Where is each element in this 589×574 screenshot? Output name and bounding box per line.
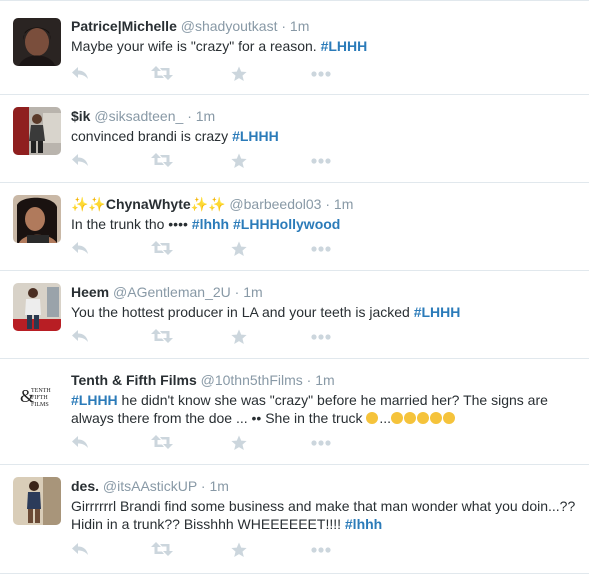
timestamp[interactable]: 1m — [315, 372, 334, 388]
separator: · — [234, 284, 240, 300]
separator: · — [281, 18, 287, 34]
tweet-text-span: You the hottest producer in LA and your … — [71, 304, 414, 320]
reply-icon[interactable] — [71, 329, 95, 345]
avatar[interactable] — [13, 477, 61, 525]
favorite-icon[interactable] — [231, 542, 255, 558]
retweet-icon[interactable] — [151, 329, 175, 345]
smirk-emoji-icon — [366, 412, 379, 424]
tweet[interactable]: $ik @siksadteen_ · 1m convinced brandi i… — [0, 95, 589, 183]
display-name[interactable]: Tenth & Fifth Films — [71, 372, 197, 388]
reply-icon[interactable] — [71, 153, 95, 169]
joy-emoji-icon — [404, 412, 417, 424]
more-icon[interactable] — [311, 547, 335, 563]
hashtag-link[interactable]: #lhhh — [192, 216, 229, 232]
timestamp[interactable]: 1m — [209, 478, 228, 494]
display-name[interactable]: Patrice|Michelle — [71, 18, 177, 34]
separator: · — [187, 108, 192, 124]
timestamp[interactable]: 1m — [196, 108, 215, 124]
tweet-header: Tenth & Fifth Films @10thn5thFilms · 1m — [71, 371, 579, 389]
separator: · — [200, 478, 206, 494]
user-handle[interactable]: @barbeedol03 — [229, 196, 321, 212]
retweet-icon[interactable] — [151, 542, 175, 558]
avatar[interactable]: & TENTH FIFTH FILMS — [13, 373, 61, 421]
tenth-fifth-films-logo: & TENTH FIFTH FILMS — [13, 373, 61, 421]
tweet[interactable]: Heem @AGentleman_2U · 1m You the hottest… — [0, 271, 589, 359]
tweet-text: Girrrrrrl Brandi find some business and … — [71, 497, 579, 533]
reply-icon[interactable] — [71, 542, 95, 558]
joy-emoji-icon — [417, 412, 430, 424]
tweet-text: Maybe your wife is "crazy" for a reason.… — [71, 37, 579, 55]
more-icon[interactable] — [311, 71, 335, 87]
display-name[interactable]: Heem — [71, 284, 109, 300]
tweet-header: $ik @siksadteen_ · 1m — [71, 107, 579, 125]
more-icon[interactable] — [311, 440, 335, 456]
reply-icon[interactable] — [71, 241, 95, 257]
separator: · — [325, 196, 331, 212]
favorite-icon[interactable] — [231, 435, 255, 451]
favorite-icon[interactable] — [231, 153, 255, 169]
avatar[interactable] — [13, 283, 61, 331]
hashtag-link[interactable]: #LHHH — [321, 38, 368, 54]
user-handle[interactable]: @itsAAstickUP — [103, 478, 197, 494]
hashtag-link[interactable]: #LHHH — [414, 304, 461, 320]
tweet[interactable]: des. @itsAAstickUP · 1m Girrrrrrl Brandi… — [0, 465, 589, 574]
more-icon[interactable] — [311, 158, 335, 174]
svg-text:FILMS: FILMS — [31, 402, 49, 408]
weary-emoji-icon — [391, 412, 404, 424]
reply-icon[interactable] — [71, 435, 95, 451]
hashtag-link[interactable]: #LHHHollywood — [233, 216, 340, 232]
display-name[interactable]: des. — [71, 478, 99, 494]
more-icon[interactable] — [311, 246, 335, 262]
grin-emoji-icon — [443, 412, 456, 424]
display-name[interactable]: $ik — [71, 108, 90, 124]
separator: · — [306, 372, 312, 388]
tweet[interactable]: ✨✨ChynaWhyte✨✨ @barbeedol03 · 1m In the … — [0, 183, 589, 271]
favorite-icon[interactable] — [231, 329, 255, 345]
tweet-text-span: In the trunk tho •••• — [71, 216, 192, 232]
user-handle[interactable]: @shadyoutkast — [181, 18, 278, 34]
tweet-text-span: convinced brandi is crazy — [71, 128, 233, 144]
joy-emoji-icon — [430, 412, 443, 424]
reply-icon[interactable] — [71, 66, 95, 82]
svg-text:FIFTH: FIFTH — [31, 395, 48, 401]
hashtag-link[interactable]: #LHHH — [232, 128, 279, 144]
hashtag-link[interactable]: #LHHH — [71, 392, 118, 408]
tweet-text: In the trunk tho •••• #lhhh #LHHHollywoo… — [71, 215, 579, 233]
tweet[interactable]: Patrice|Michelle @shadyoutkast · 1m Mayb… — [0, 1, 589, 95]
tweet-header: des. @itsAAstickUP · 1m — [71, 477, 579, 495]
tweet[interactable]: & TENTH FIFTH FILMS Tenth & Fifth Films … — [0, 359, 589, 465]
tweet-text: convinced brandi is crazy #LHHH — [71, 127, 579, 145]
user-handle[interactable]: @10thn5thFilms — [201, 372, 303, 388]
retweet-icon[interactable] — [151, 435, 175, 451]
tweet-header: Heem @AGentleman_2U · 1m — [71, 283, 579, 301]
tweet-header: Patrice|Michelle @shadyoutkast · 1m — [71, 17, 579, 35]
user-handle[interactable]: @AGentleman_2U — [113, 284, 231, 300]
tweet-text: #LHHH he didn't know she was "crazy" bef… — [71, 391, 579, 427]
avatar[interactable] — [13, 107, 61, 155]
hashtag-link[interactable]: #lhhh — [345, 516, 382, 532]
svg-text:TENTH: TENTH — [31, 388, 51, 394]
timestamp[interactable]: 1m — [334, 196, 353, 212]
tweet-header: ✨✨ChynaWhyte✨✨ @barbeedol03 · 1m — [71, 195, 579, 213]
tweet-text: You the hottest producer in LA and your … — [71, 303, 579, 321]
tweet-text-span: Maybe your wife is "crazy" for a reason. — [71, 38, 321, 54]
timestamp[interactable]: 1m — [290, 18, 309, 34]
tweet-timeline: Patrice|Michelle @shadyoutkast · 1m Mayb… — [0, 0, 589, 574]
retweet-icon[interactable] — [151, 66, 175, 82]
favorite-icon[interactable] — [231, 66, 255, 82]
retweet-icon[interactable] — [151, 241, 175, 257]
user-handle[interactable]: @siksadteen_ — [94, 108, 183, 124]
tweet-text-span: ... — [379, 410, 392, 426]
tweet-text-span: he didn't know she was "crazy" before he… — [71, 392, 548, 426]
more-icon[interactable] — [311, 334, 335, 350]
favorite-icon[interactable] — [231, 241, 255, 257]
retweet-icon[interactable] — [151, 153, 175, 169]
timestamp[interactable]: 1m — [243, 284, 262, 300]
tweet-text-span: Girrrrrrl Brandi find some business and … — [71, 498, 576, 532]
avatar[interactable] — [13, 18, 61, 66]
display-name[interactable]: ✨✨ChynaWhyte✨✨ — [71, 196, 226, 212]
avatar[interactable] — [13, 195, 61, 243]
